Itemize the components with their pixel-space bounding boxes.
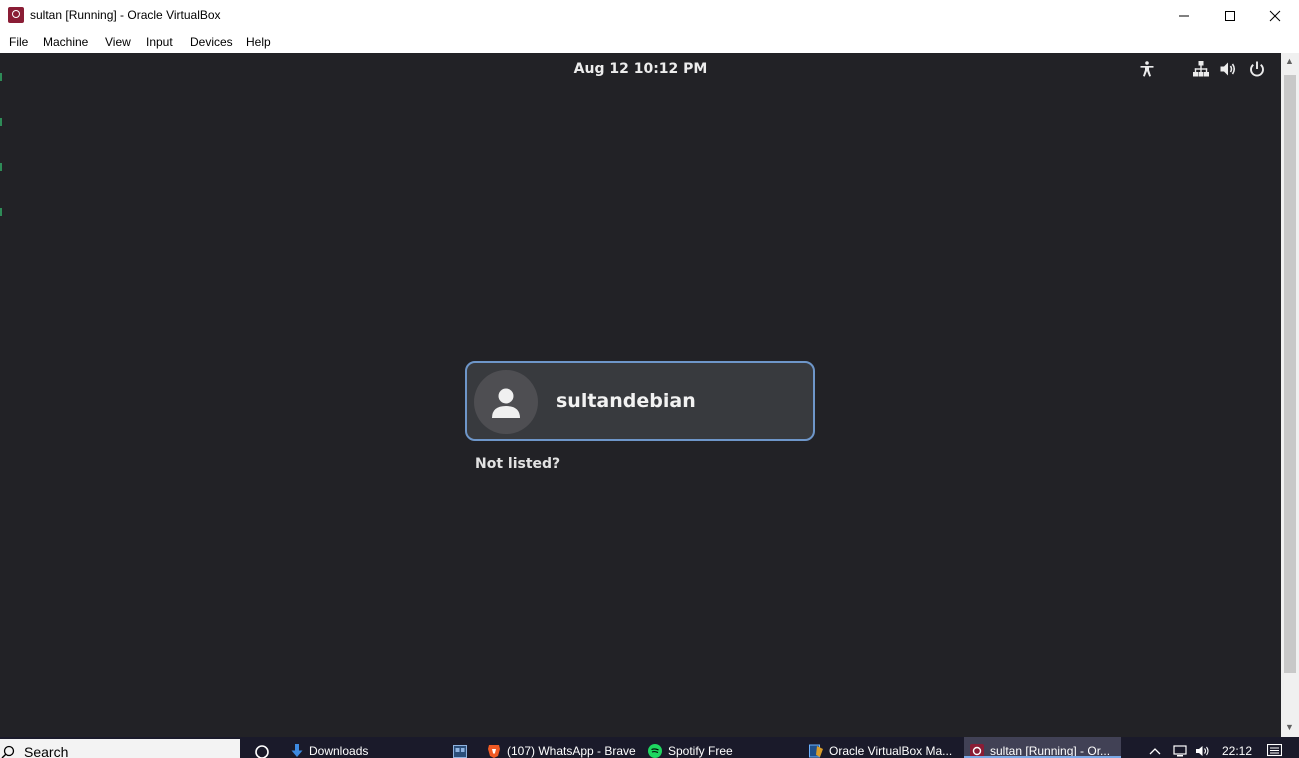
volume-icon[interactable] [1195,745,1211,757]
maximize-button[interactable] [1207,0,1253,31]
menu-devices[interactable]: Devices [190,35,233,49]
edge-artifact [0,208,2,216]
taskbar-label: (107) WhatsApp - Brave [507,744,636,758]
tray-clock[interactable]: 22:12 [1222,744,1252,758]
image-app-icon [453,745,467,758]
user-list-item[interactable]: sultandebian [465,361,815,441]
taskbar-label: Downloads [309,744,369,758]
taskbar-item-vm-window[interactable]: sultan [Running] - Or... [964,737,1121,758]
spotify-icon [648,744,662,758]
search-icon [1,745,15,758]
menu-file[interactable]: File [9,35,28,49]
close-button[interactable] [1252,0,1298,31]
network-icon[interactable] [1172,745,1188,757]
accessibility-icon[interactable] [1137,59,1157,79]
window-title: sultan [Running] - Oracle VirtualBox [30,8,221,22]
username-label: sultandebian [556,390,696,412]
virtualbox-app-icon [8,7,24,23]
menu-bar: File Machine View Input Devices Help [0,31,1299,53]
close-icon [1269,10,1281,21]
menu-input[interactable]: Input [146,35,173,49]
brave-icon [488,745,500,758]
edge-artifact [0,163,2,171]
menu-help[interactable]: Help [246,35,271,49]
search-placeholder: Search [24,744,69,758]
edge-artifact [0,118,2,126]
taskbar-item-spotify[interactable]: Spotify Free [641,737,801,758]
minimize-button[interactable] [1161,0,1207,31]
scroll-down-icon[interactable]: ▼ [1285,722,1294,732]
windows-taskbar: Search Downloads (107) WhatsApp - Brave [0,737,1299,758]
taskbar-item-brave[interactable]: (107) WhatsApp - Brave [480,737,638,758]
gnome-clock[interactable]: Aug 12 10:12 PM [0,61,1281,77]
scrollbar-thumb[interactable] [1284,75,1296,673]
cortana-button[interactable] [249,737,275,758]
taskbar-item-downloads[interactable]: Downloads [284,737,444,758]
menu-machine[interactable]: Machine [43,35,88,49]
scroll-up-icon[interactable]: ▲ [1285,56,1294,66]
window-titlebar: sultan [Running] - Oracle VirtualBox [0,0,1299,31]
taskbar-item-image-app[interactable] [446,737,476,758]
volume-icon[interactable] [1218,59,1238,79]
network-icon[interactable] [1191,59,1211,79]
maximize-icon [1225,10,1235,21]
user-icon [492,388,520,418]
vertical-scrollbar[interactable]: ▲ ▼ [1281,53,1299,737]
cortana-icon [255,745,269,758]
not-listed-button[interactable]: Not listed? [475,456,560,472]
taskbar-item-virtualbox-manager[interactable]: Oracle VirtualBox Ma... [803,737,961,758]
vm-display[interactable]: Aug 12 10:12 PM sultandebian Not listed? [0,53,1281,737]
download-icon [291,744,303,757]
chevron-up-icon[interactable] [1149,747,1161,755]
taskbar-label: Spotify Free [668,744,733,758]
menu-view[interactable]: View [105,35,131,49]
notification-icon[interactable] [1267,744,1282,757]
power-icon[interactable] [1247,59,1267,79]
taskbar-search[interactable]: Search [0,739,240,758]
taskbar-label: Oracle VirtualBox Ma... [829,744,953,758]
avatar [474,370,538,434]
minimize-icon [1179,15,1189,16]
virtualbox-icon [809,744,823,758]
